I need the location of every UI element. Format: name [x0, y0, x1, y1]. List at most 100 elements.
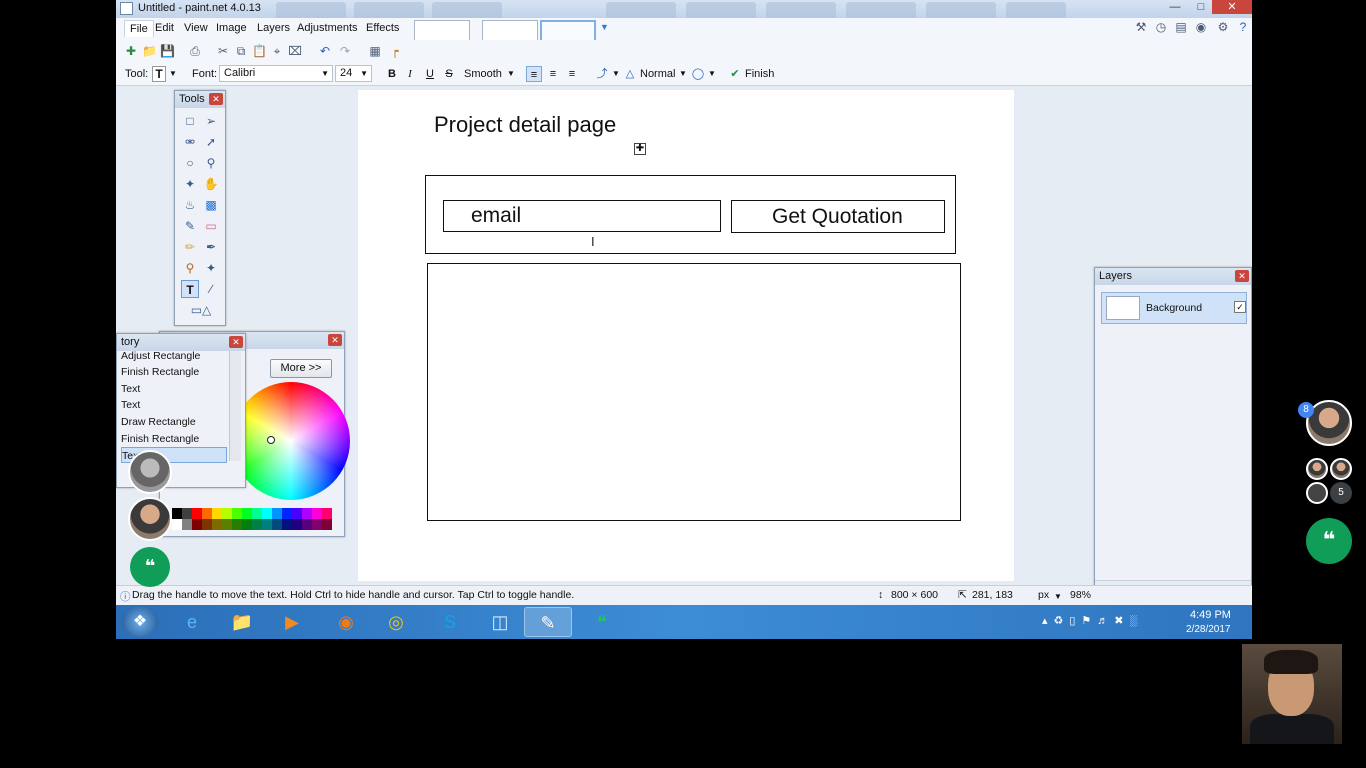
palette-swatch[interactable]	[302, 519, 312, 530]
italic-button[interactable]: I	[402, 66, 418, 82]
participant-avatar[interactable]	[128, 450, 172, 494]
chrome-icon[interactable]: ◎	[372, 607, 420, 637]
layer-row-background[interactable]: Background ✓	[1101, 292, 1247, 324]
clock-date[interactable]: 2/28/2017	[1186, 624, 1231, 635]
close-button[interactable]: ✕	[1212, 0, 1252, 14]
palette-swatch[interactable]	[232, 519, 242, 530]
color-wheel[interactable]	[232, 382, 350, 500]
opacity-icon[interactable]: △	[622, 66, 638, 82]
internet-explorer-icon[interactable]: e	[168, 607, 216, 637]
crop-icon[interactable]: ⌖	[270, 44, 284, 58]
move-selection-icon[interactable]: ➚	[202, 133, 220, 151]
chevron-down-icon[interactable]: ▼	[708, 69, 716, 78]
palette-swatch[interactable]	[212, 508, 222, 519]
palette-swatch[interactable]	[302, 508, 312, 519]
open-icon[interactable]: 📁	[142, 44, 157, 58]
print-icon[interactable]: ⎙	[188, 44, 202, 58]
strikethrough-button[interactable]: S	[441, 66, 457, 82]
palette-swatch[interactable]	[322, 519, 332, 530]
colors-window-icon[interactable]: ◉	[1194, 20, 1208, 34]
palette-swatch[interactable]	[312, 519, 322, 530]
chevron-down-icon[interactable]: ▼	[679, 69, 687, 78]
history-item[interactable]: Text	[121, 381, 227, 397]
help-icon[interactable]: ?	[1236, 20, 1250, 34]
palette-swatch[interactable]	[272, 508, 282, 519]
paintnet-taskbar-icon[interactable]: ✎	[524, 607, 572, 637]
save-icon[interactable]: 💾	[160, 44, 175, 58]
maximize-button[interactable]: □	[1188, 0, 1214, 14]
palette-swatch[interactable]	[202, 508, 212, 519]
palette-swatch[interactable]	[192, 519, 202, 530]
more-colors-button[interactable]: More >>	[270, 359, 332, 378]
pan-icon[interactable]: ✋	[202, 175, 220, 193]
history-item[interactable]: Finish Rectangle	[121, 431, 227, 447]
menu-adjustments[interactable]: Adjustments	[297, 22, 358, 34]
firefox-icon[interactable]: ◉	[322, 607, 370, 637]
lasso-select-icon[interactable]: ⚮	[181, 133, 199, 151]
align-center-button[interactable]: ≡	[545, 66, 561, 82]
cut-icon[interactable]: ✂	[216, 44, 230, 58]
zoom-icon[interactable]: ⚲	[202, 154, 220, 172]
hangouts-taskbar-icon[interactable]: ❝	[578, 607, 626, 637]
palette-swatch[interactable]	[232, 508, 242, 519]
paint-bucket-icon[interactable]: ♨	[181, 196, 199, 214]
palette-swatch[interactable]	[282, 519, 292, 530]
eraser-icon[interactable]: ▭	[202, 217, 220, 235]
font-select[interactable]: Calibri ▼	[219, 65, 333, 82]
system-tray-icons[interactable]: ▴♻▯⚑♬✖░	[1042, 614, 1143, 627]
units-dropdown-icon[interactable]: ▼	[1054, 592, 1062, 601]
color-picker-icon[interactable]: ✒	[202, 238, 220, 256]
participant-avatar[interactable]	[1330, 458, 1352, 480]
history-window-icon[interactable]: ◷	[1154, 20, 1168, 34]
rectangle-select-icon[interactable]: □	[181, 112, 199, 130]
file-explorer-icon[interactable]: 📁	[218, 607, 266, 637]
palette-swatch[interactable]	[292, 508, 302, 519]
font-size-select[interactable]: 24 ▼	[335, 65, 372, 82]
recolor-icon[interactable]: ✦	[202, 259, 220, 277]
app-icon[interactable]: ◫	[476, 607, 524, 637]
finish-button[interactable]: Finish	[745, 68, 774, 80]
ellipse-select-icon[interactable]: ○	[181, 154, 199, 172]
pencil-icon[interactable]: ✏	[181, 238, 199, 256]
gradient-icon[interactable]: ▩	[202, 196, 220, 214]
history-item[interactable]: Adjust Rectangle	[121, 348, 227, 364]
new-icon[interactable]: ✚	[124, 44, 138, 58]
text-tool-icon[interactable]: T	[152, 66, 166, 82]
palette-swatch[interactable]	[242, 508, 252, 519]
menu-file[interactable]: File	[124, 20, 154, 37]
deselect-icon[interactable]: ⌧	[288, 44, 302, 58]
minimize-button[interactable]: —	[1162, 0, 1188, 14]
settings-icon[interactable]: ⚙	[1216, 20, 1230, 34]
history-scrollbar[interactable]	[229, 351, 241, 461]
selection-mode-icon[interactable]: ◯	[690, 66, 706, 82]
line-curve-icon[interactable]: ∕	[202, 280, 220, 298]
tool-dropdown-icon[interactable]: ▼	[169, 69, 177, 78]
layer-visibility-checkbox[interactable]: ✓	[1234, 301, 1246, 313]
palette-swatch[interactable]	[222, 519, 232, 530]
clone-stamp-icon[interactable]: ⚲	[181, 259, 199, 277]
palette-swatch[interactable]	[262, 519, 272, 530]
menu-edit[interactable]: Edit	[155, 22, 174, 34]
palette-swatch[interactable]	[282, 508, 292, 519]
zoom-level[interactable]: 98%	[1070, 589, 1091, 601]
palette-swatch[interactable]	[182, 519, 192, 530]
menu-effects[interactable]: Effects	[366, 22, 399, 34]
text-move-handle[interactable]: ✚	[634, 143, 646, 155]
palette-swatch[interactable]	[172, 519, 182, 530]
palette-swatch[interactable]	[242, 519, 252, 530]
text-tool-icon[interactable]: T	[181, 280, 199, 298]
units[interactable]: px	[1038, 589, 1049, 601]
chevron-down-icon[interactable]: ▼	[612, 69, 620, 78]
menu-view[interactable]: View	[184, 22, 208, 34]
grid-icon[interactable]: ▦	[368, 44, 382, 58]
thumbnails-menu-icon[interactable]: ▼	[600, 22, 609, 32]
align-left-button[interactable]: ≡	[526, 66, 542, 82]
palette-swatch[interactable]	[212, 519, 222, 530]
history-item[interactable]: Draw Rectangle	[121, 414, 227, 430]
menu-layers[interactable]: Layers	[257, 22, 290, 34]
antialias-dropdown-icon[interactable]: ▼	[507, 69, 515, 78]
move-selected-icon[interactable]: ➢	[202, 112, 220, 130]
participant-avatar[interactable]	[1306, 482, 1328, 504]
bold-button[interactable]: B	[384, 66, 400, 82]
clock-time[interactable]: 4:49 PM	[1190, 609, 1231, 621]
